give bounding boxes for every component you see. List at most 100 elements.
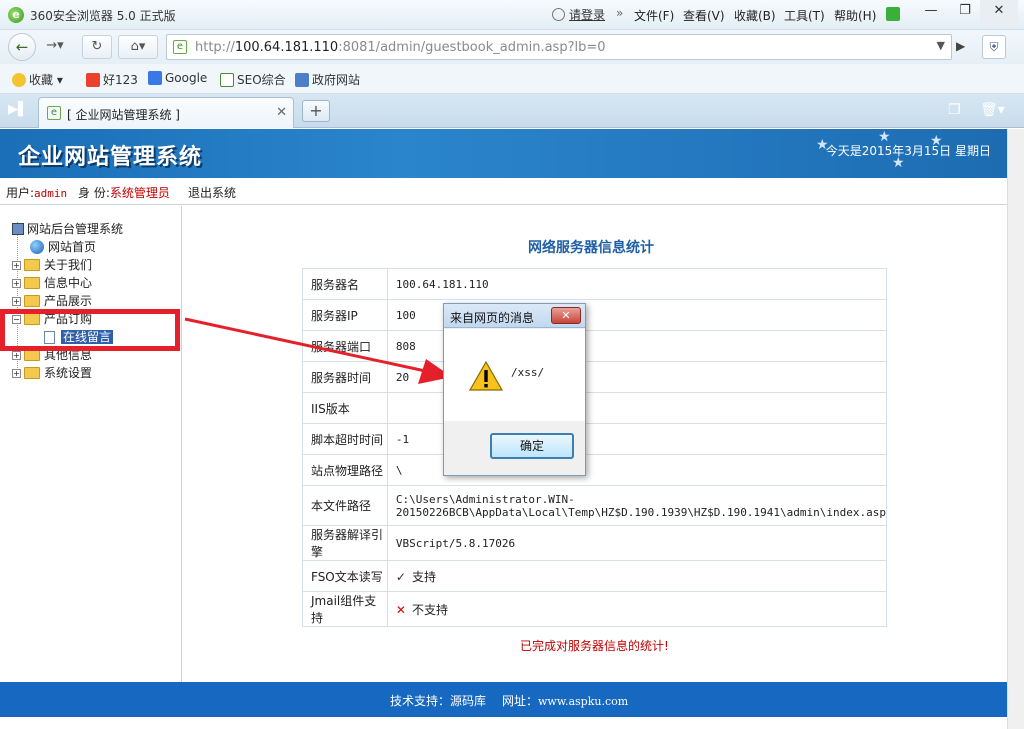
table-row: 本文件路径 C:\Users\Administrator.WIN-20150226… bbox=[302, 485, 888, 526]
tab-admin[interactable]: e [ 企业网站管理系统 ] ✕ bbox=[38, 97, 294, 128]
star-icon bbox=[12, 73, 26, 87]
gov-icon bbox=[295, 73, 309, 87]
table-row: 服务器时间 20 bbox=[302, 361, 888, 393]
menu-file[interactable]: 文件(F) bbox=[634, 7, 674, 24]
row-value: ✕ 不支持 bbox=[386, 591, 888, 627]
navigation-bar: ← →▾ ↻ ⌂▾ e http://100.64.181.110:8081/a… bbox=[0, 30, 1024, 64]
tree-item-products[interactable]: + 产品展示 bbox=[12, 292, 92, 309]
menu-favorites[interactable]: 收藏(B) bbox=[734, 7, 776, 24]
dialog-body: /xss/ bbox=[444, 329, 585, 421]
new-tab-button[interactable]: + bbox=[302, 100, 330, 122]
tree-item-home[interactable]: 网站首页 bbox=[30, 238, 96, 255]
bookmark-gov[interactable]: 政府网站 bbox=[295, 71, 360, 88]
folder-icon bbox=[24, 277, 40, 289]
bookmark-favorites[interactable]: 收藏 ▾ bbox=[12, 71, 63, 88]
row-key: 站点物理路径 bbox=[302, 454, 388, 486]
row-key: 服务器解译引擎 bbox=[302, 525, 388, 561]
footer-support: 技术支持：源码库 bbox=[390, 694, 487, 708]
vertical-scrollbar[interactable] bbox=[1007, 129, 1024, 729]
alert-dialog: 来自网页的消息 ✕ /xss/ 确定 bbox=[443, 303, 586, 476]
logout-link[interactable]: 退出系统 bbox=[188, 184, 236, 201]
table-row: IIS版本 bbox=[302, 392, 888, 424]
tree-item-news[interactable]: + 信息中心 bbox=[12, 274, 92, 291]
server-info-table: 服务器名 100.64.181.110 服务器IP 100 服务器端口 808 服务器… bbox=[302, 268, 888, 627]
tab-title: [ 企业网站管理系统 ] bbox=[67, 108, 180, 122]
footer-website: 网址：www.aspku.com bbox=[502, 694, 629, 708]
user-label: 用户:admin bbox=[6, 186, 68, 200]
back-button[interactable]: ← bbox=[8, 33, 36, 61]
tree-item-about[interactable]: + 关于我们 bbox=[12, 256, 92, 273]
table-row: 站点物理路径 \ bbox=[302, 454, 888, 486]
row-key: FSO文本读写 bbox=[302, 560, 388, 592]
row-value: VBScript/5.8.17026 bbox=[386, 525, 888, 561]
tab-close-icon[interactable]: ✕ bbox=[276, 105, 287, 120]
tree-item-settings[interactable]: + 系统设置 bbox=[12, 364, 92, 381]
browser-app-title: 360安全浏览器 5.0 正式版 bbox=[30, 9, 176, 23]
table-row: 服务器端口 808 bbox=[302, 330, 888, 362]
menu-tools[interactable]: 工具(T) bbox=[784, 7, 825, 24]
url-text[interactable]: http://100.64.181.110:8081/admin/guestbo… bbox=[195, 40, 606, 55]
security-shield-icon[interactable]: ⛨ bbox=[982, 35, 1006, 59]
tab-page-icon: e bbox=[47, 106, 61, 120]
site-footer: 技术支持：源码库 网址：www.aspku.com bbox=[0, 682, 1007, 717]
table-row: Jmail组件支持 ✕ 不支持 bbox=[302, 591, 888, 627]
trash-icon[interactable]: 🗑▾ bbox=[980, 102, 1005, 118]
page-icon: e bbox=[173, 40, 187, 54]
table-row: 脚本超时时间 -1 bbox=[302, 423, 888, 455]
warning-icon bbox=[469, 361, 503, 391]
site-title: 企业网站管理系统 bbox=[18, 144, 203, 170]
hao123-icon bbox=[86, 73, 100, 87]
expand-icon[interactable]: + bbox=[12, 261, 21, 270]
google-icon bbox=[148, 71, 162, 85]
address-bar[interactable]: e http://100.64.181.110:8081/admin/guest… bbox=[166, 34, 952, 60]
go-icon[interactable]: ▶ bbox=[956, 39, 965, 53]
expand-icon[interactable]: + bbox=[12, 279, 21, 288]
skin-icon[interactable] bbox=[886, 7, 900, 21]
refresh-button[interactable]: ↻ bbox=[82, 35, 112, 59]
role-value: 系统管理员 bbox=[109, 186, 170, 200]
user-info-bar: 用户:admin 身 份:系统管理员 退出系统 bbox=[0, 178, 1007, 205]
ok-button[interactable]: 确定 bbox=[490, 433, 574, 459]
login-link[interactable]: 请登录 bbox=[552, 6, 605, 23]
expand-icon[interactable]: + bbox=[12, 297, 21, 306]
highlight-box bbox=[0, 309, 180, 351]
home-button[interactable]: ⌂▾ bbox=[118, 35, 158, 59]
tab-list-icon[interactable]: ❐ bbox=[948, 102, 961, 118]
minimize-button[interactable]: — bbox=[912, 0, 950, 24]
row-key: 脚本超时时间 bbox=[302, 423, 388, 455]
expand-icon[interactable]: + bbox=[12, 369, 21, 378]
expand-chevron-icon[interactable]: » bbox=[616, 6, 623, 20]
row-key: 服务器名 bbox=[302, 268, 388, 300]
footer-url[interactable]: www.aspku.com bbox=[538, 695, 628, 708]
menu-view[interactable]: 查看(V) bbox=[683, 7, 725, 24]
bookmark-google[interactable]: Google bbox=[148, 71, 207, 85]
dialog-title: 来自网页的消息 bbox=[450, 311, 535, 325]
folder-icon bbox=[24, 259, 40, 271]
maximize-button[interactable]: ❐ bbox=[946, 0, 984, 24]
bookmark-hao123[interactable]: 好123 bbox=[86, 71, 138, 88]
admin-tree-nav: 网站后台管理系统 网站首页 + 关于我们 + 信息中心 + 产品展示 − 产品订购 在线… bbox=[0, 206, 182, 682]
menu-help[interactable]: 帮助(H) bbox=[834, 7, 876, 24]
row-key: 服务器端口 bbox=[302, 330, 388, 362]
address-dropdown-icon[interactable]: ▼ bbox=[937, 39, 945, 52]
row-key: 服务器时间 bbox=[302, 361, 388, 393]
dialog-message: /xss/ bbox=[511, 366, 545, 379]
sidebar-toggle-icon[interactable]: ▶▌ bbox=[8, 102, 28, 118]
folder-icon bbox=[24, 295, 40, 307]
user-icon bbox=[552, 8, 565, 21]
tree-root[interactable]: 网站后台管理系统 bbox=[12, 220, 123, 237]
close-window-button[interactable]: ✕ bbox=[980, 0, 1018, 24]
row-key: 本文件路径 bbox=[302, 485, 388, 526]
forward-button[interactable]: →▾ bbox=[40, 35, 70, 59]
expand-icon[interactable]: + bbox=[12, 351, 21, 360]
bookmark-seo[interactable]: SEO综合 bbox=[220, 71, 286, 88]
folder-icon bbox=[24, 367, 40, 379]
seo-icon bbox=[220, 73, 234, 87]
computer-icon bbox=[12, 223, 24, 235]
row-value: 100.64.181.110 bbox=[386, 268, 888, 300]
role-label: 身 份:系统管理员 bbox=[78, 186, 170, 200]
dialog-close-button[interactable]: ✕ bbox=[551, 307, 581, 324]
table-row: FSO文本读写 ✓ 支持 bbox=[302, 560, 888, 592]
globe-icon bbox=[30, 240, 44, 254]
username: admin bbox=[34, 187, 68, 200]
